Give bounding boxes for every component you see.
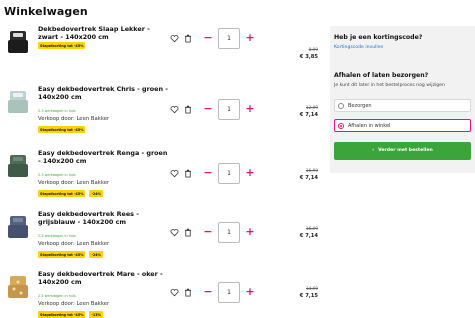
trash-icon[interactable] [184,105,192,114]
old-price: 16,99 [306,226,318,231]
delivery-time: 2-3 werkdagen in huis [38,294,76,298]
old-price: 12,99 [306,105,318,110]
quantity-input[interactable]: 1 [218,99,240,120]
minus-icon[interactable]: − [200,163,216,184]
discount-code-link[interactable]: Kortingscode invullen [334,45,383,50]
option-bezorgen[interactable]: Bezorgen [334,99,471,112]
discount-badge: Stapelkorting tot -45% [38,126,86,133]
badges: Stapelkorting tot -45% -13% [38,311,104,318]
price: € 7,15 [299,293,318,299]
trash-icon[interactable] [184,288,192,297]
old-price: 16,99 [306,168,318,173]
continue-order-button[interactable]: › Verder met bestellen [334,142,471,160]
quantity-input[interactable]: 1 [218,28,240,49]
heart-icon[interactable] [170,105,179,114]
trash-icon[interactable] [184,34,192,43]
discount-badge: -13% [89,311,104,318]
option-afhalen[interactable]: Afhalen in winkel [334,119,471,132]
option-label: Bezorgen [348,103,372,109]
quantity-input[interactable]: 1 [218,282,240,303]
product-name[interactable]: Easy dekbedovertrek Mare - oker - 140x20… [38,270,168,286]
delivery-time: 2-3 werkdagen in huis [38,234,76,238]
minus-icon[interactable]: − [200,99,216,120]
delivery-time: 2-3 werkdagen in huis [38,109,76,113]
seller-text: Verkoop door: Leen Bakker [38,301,110,307]
discount-heading: Heb je een kortingscode? [334,34,423,41]
minus-icon[interactable]: − [200,282,216,303]
delivery-time: 2-3 werkdagen in huis [38,173,76,177]
minus-icon[interactable]: − [200,222,216,243]
heart-icon[interactable] [170,228,179,237]
plus-icon[interactable]: + [242,282,258,303]
seller-text: Verkoop door: Leen Bakker [38,241,110,247]
plus-icon[interactable]: + [242,222,258,243]
discount-badge: Stapelkorting tot -45% [38,42,86,49]
price: € 3,85 [299,54,318,60]
old-price: 8,99 [308,47,318,52]
product-name[interactable]: Easy dekbedovertrek Chris - groen - 140x… [38,85,168,101]
discount-badge: -24% [89,190,104,197]
radio-button[interactable] [338,123,344,129]
badges: Stapelkorting tot -45% [38,126,86,133]
plus-icon[interactable]: + [242,163,258,184]
price: € 7,14 [299,175,318,181]
minus-icon[interactable]: − [200,28,216,49]
delivery-heading: Afhalen of laten bezorgen? [334,72,429,79]
heart-icon[interactable] [170,288,179,297]
quantity-input[interactable]: 1 [218,222,240,243]
trash-icon[interactable] [184,228,192,237]
cart-item: Easy dekbedovertrek Renga - groen - 140x… [4,149,322,205]
product-name[interactable]: Dekbedovertrek Slaap Lekker - zwart - 14… [38,25,168,41]
product-image[interactable] [4,151,32,181]
seller-text: Verkoop door: Leen Bakker [38,116,110,122]
quantity-input[interactable]: 1 [218,163,240,184]
plus-icon[interactable]: + [242,28,258,49]
delivery-subtext: Je kunt dit later in het bestelproces no… [334,83,445,88]
price: € 7,14 [299,112,318,118]
heart-icon[interactable] [170,34,179,43]
seller-text: Verkoop door: Leen Bakker [38,180,110,186]
cart-item: Easy dekbedovertrek Rees - grijsblauw - … [4,210,322,266]
quantity-stepper: − 1 + [200,282,258,303]
chevron-right-icon: › [372,148,375,153]
product-name[interactable]: Easy dekbedovertrek Rees - grijsblauw - … [38,210,168,226]
discount-badge: Stapelkorting tot -45% [38,190,86,197]
badges: Stapelkorting tot -45% -24% [38,251,104,258]
product-image[interactable] [4,272,32,302]
radio-button[interactable] [338,103,344,109]
trash-icon[interactable] [184,169,192,178]
price: € 7,14 [299,233,318,239]
quantity-stepper: − 1 + [200,222,258,243]
plus-icon[interactable]: + [242,99,258,120]
cart-item: Dekbedovertrek Slaap Lekker - zwart - 14… [4,25,322,81]
old-price: 14,99 [306,286,318,291]
cart-item: Easy dekbedovertrek Mare - oker - 140x20… [4,270,322,318]
discount-badge: Stapelkorting tot -45% [38,311,86,318]
quantity-stepper: − 1 + [200,163,258,184]
quantity-stepper: − 1 + [200,28,258,49]
option-label: Afhalen in winkel [348,123,391,129]
badges: Stapelkorting tot -45% [38,42,86,49]
order-sidebar: Heb je een kortingscode? Kortingscode in… [330,26,475,173]
quantity-stepper: − 1 + [200,99,258,120]
product-image[interactable] [4,87,32,117]
continue-label: Verder met bestellen [378,148,433,153]
page-title: Winkelwagen [4,5,88,18]
discount-badge: Stapelkorting tot -45% [38,251,86,258]
heart-icon[interactable] [170,169,179,178]
product-name[interactable]: Easy dekbedovertrek Renga - groen - 140x… [38,149,168,165]
discount-badge: -24% [89,251,104,258]
product-image[interactable] [4,212,32,242]
product-image[interactable] [4,27,32,57]
cart-item: Easy dekbedovertrek Chris - groen - 140x… [4,85,322,141]
badges: Stapelkorting tot -45% -24% [38,190,104,197]
